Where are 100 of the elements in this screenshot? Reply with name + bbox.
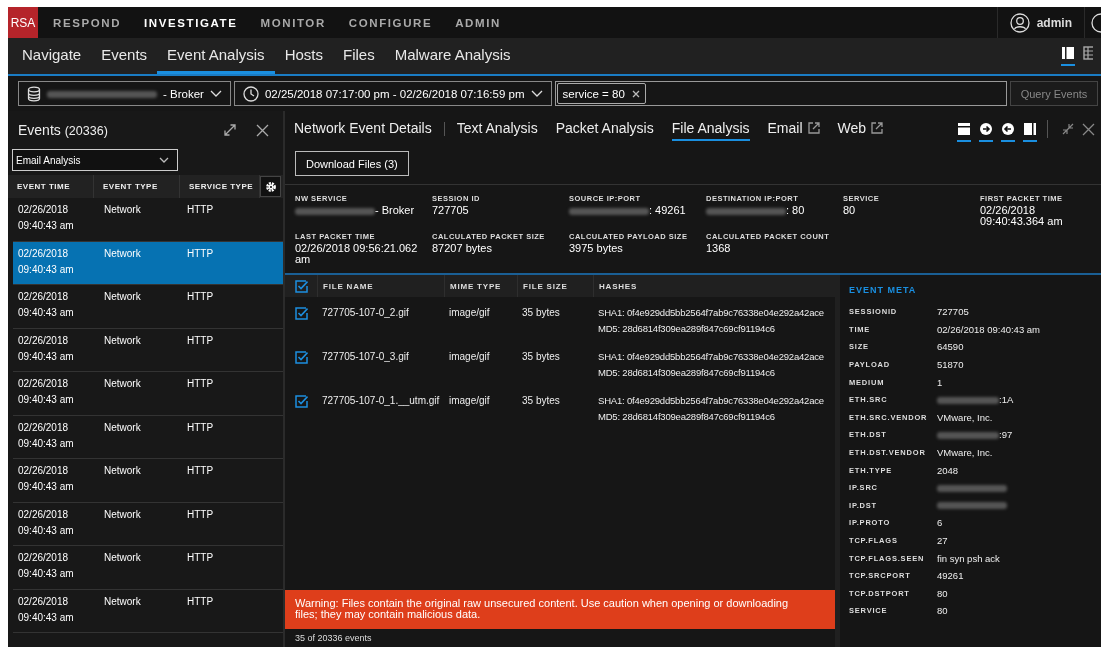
meta-value: 49261 xyxy=(937,570,964,582)
table-cell-text: 02/26/2018 09:40:43 am xyxy=(17,290,75,320)
tab[interactable]: Packet Analysis xyxy=(555,117,654,141)
settings-icon xyxy=(264,180,277,193)
query-events-button[interactable]: Query Events xyxy=(1010,81,1098,106)
table-cell-text: SHA1: 0f4e929dd5bb2564f7ab9c76338e04e292a42ace xyxy=(598,350,825,364)
table-cell-text: MD5: 28d6814f309ea289f847c69cf91194c6 xyxy=(598,366,776,380)
table-cell-text: HTTP xyxy=(187,203,214,217)
database-icon xyxy=(27,85,41,102)
external-link-icon xyxy=(871,122,884,134)
table-cell-text: image/gif xyxy=(448,351,491,362)
nav-tab[interactable]: Events xyxy=(91,38,158,74)
clock-icon xyxy=(242,85,259,102)
close-icon[interactable] xyxy=(256,123,269,137)
collapse-icon[interactable] xyxy=(1062,123,1074,135)
event-row[interactable]: 02/26/2018 09:40:43 am Network HTTP xyxy=(13,546,283,590)
table-cell-text: 727705-107-0_3.gif xyxy=(321,351,410,362)
close-icon[interactable] xyxy=(1082,122,1095,136)
table-cell-text: 02/26/2018 09:40:43 am xyxy=(17,246,75,277)
table-cell-text: HTTP xyxy=(187,246,214,261)
nav-tab[interactable]: INVESTIGATE xyxy=(144,7,238,38)
table-cell-text: 727705-107-0_1.__utm.gif xyxy=(321,395,441,406)
table-cell-text: 02/26/2018 09:40:43 am xyxy=(17,464,75,494)
user-name[interactable]: admin xyxy=(1036,15,1072,30)
meta-value: 80 xyxy=(937,587,948,599)
nav-tab[interactable]: ADMIN xyxy=(455,7,501,38)
tab[interactable]: Text Analysis xyxy=(456,117,538,141)
meta-value: 80 xyxy=(937,605,948,617)
nav-tab[interactable]: MONITOR xyxy=(260,7,326,38)
checkbox-checked-icon[interactable] xyxy=(294,395,308,408)
field-value: 87207 bytes xyxy=(432,243,492,254)
table-cell-text: image/gif xyxy=(448,307,491,318)
field-value: 1368 xyxy=(706,243,731,254)
tab[interactable]: Web xyxy=(837,117,884,141)
sidebar-view-icon[interactable] xyxy=(1023,122,1037,142)
event-row[interactable]: 02/26/2018 09:40:43 am Network HTTP xyxy=(13,241,283,285)
checkbox-checked-icon[interactable] xyxy=(294,307,308,320)
event-row[interactable]: 02/26/2018 09:40:43 am Network HTTP xyxy=(13,589,283,633)
table-cell-text: 02/26/2018 09:40:43 am xyxy=(17,377,75,407)
table-cell-text: 35 bytes xyxy=(521,307,561,318)
meta-value: 1 xyxy=(937,376,943,388)
event-row[interactable]: 02/26/2018 09:40:43 am Network HTTP xyxy=(13,459,283,503)
event-row[interactable]: 02/26/2018 09:40:43 am Network HTTP xyxy=(13,415,283,459)
nav-tab[interactable]: RESPOND xyxy=(53,7,122,38)
profile-dropdown[interactable]: Email Analysis xyxy=(12,149,178,171)
nav-tab[interactable]: CONFIGURE xyxy=(348,7,433,38)
event-row[interactable]: 02/26/2018 09:40:43 am Network HTTP xyxy=(13,372,283,416)
header-view-icon[interactable] xyxy=(957,122,971,142)
column-header[interactable]: FILE NAME xyxy=(317,275,444,297)
panel-title: Events (20336) xyxy=(18,122,108,138)
chevron-down-icon xyxy=(530,89,543,98)
field-value: 02/26/2018 09:40:43.364 am xyxy=(980,205,1064,227)
field-value: - Broker xyxy=(375,205,415,216)
time-range-dropdown[interactable]: 02/25/2018 07:17:00 pm - 02/26/2018 07:16:59 pm xyxy=(233,81,552,106)
table-cell-text: 02/26/2018 09:40:43 am xyxy=(17,420,75,451)
panel-layout-icon[interactable] xyxy=(1061,46,1075,66)
nav-tab[interactable]: Malware Analysis xyxy=(384,38,521,74)
meta-value: 27 xyxy=(937,535,948,546)
arrow-left-icon[interactable] xyxy=(1001,122,1015,142)
table-cell-text: HTTP xyxy=(187,420,214,435)
column-header[interactable]: MIME TYPE xyxy=(444,275,517,297)
checkbox-checked-icon[interactable] xyxy=(294,279,308,293)
event-row[interactable]: 02/26/2018 09:40:43 am Network HTTP xyxy=(13,285,283,329)
event-row[interactable]: 02/26/2018 09:40:43 am Network HTTP xyxy=(13,328,283,372)
table-cell-text: Network xyxy=(103,377,142,391)
tab[interactable]: Email xyxy=(767,117,820,141)
expand-icon[interactable] xyxy=(224,124,236,136)
meta-value: 2048 xyxy=(937,464,959,476)
tab[interactable]: File Analysis xyxy=(671,117,750,141)
nav-tab[interactable]: Navigate xyxy=(12,38,92,74)
table-cell-text: 727705-107-0_2.gif xyxy=(321,307,410,318)
query-field[interactable]: service = 80 xyxy=(554,81,1007,106)
event-row[interactable]: 02/26/2018 09:40:43 am Network HTTP xyxy=(13,502,283,546)
settings-button[interactable] xyxy=(260,176,281,197)
checkbox-checked-icon[interactable] xyxy=(294,351,308,364)
event-row[interactable]: 02/26/2018 09:40:43 am Network HTTP xyxy=(13,198,283,242)
section-title: EVENT META xyxy=(849,285,918,295)
table-cell-text: Network xyxy=(103,507,142,522)
column-header[interactable]: EVENT TIME xyxy=(8,175,94,198)
meta-value: 64590 xyxy=(937,341,964,353)
warning-banner: Warning: Files contain the original raw unsecured content. Use caution when opening or downloading files; they may contain malicious data. xyxy=(285,590,835,629)
column-header[interactable]: FILE SIZE xyxy=(517,275,593,297)
table-cell-text: 02/26/2018 09:40:43 am xyxy=(17,551,75,581)
column-header[interactable]: EVENT TYPE xyxy=(94,175,180,198)
table-cell-text: HTTP xyxy=(187,290,214,304)
field-value: 727705 xyxy=(432,205,469,216)
table-cell-text: HTTP xyxy=(187,377,214,391)
table-cell-text: Network xyxy=(103,420,142,435)
meta-value: VMware, Inc. xyxy=(937,447,993,459)
table-cell-text: HTTP xyxy=(187,333,214,348)
table-cell-text: SHA1: 0f4e929dd5bb2564f7ab9c76338e04e292a42ace xyxy=(598,394,825,408)
nav-tab[interactable]: Hosts xyxy=(274,38,333,74)
nav-tab[interactable]: Files xyxy=(332,38,385,74)
service-dropdown[interactable]: - Broker xyxy=(18,81,231,106)
filter-pill[interactable]: service = 80 xyxy=(556,83,646,104)
tab[interactable]: Network Event Details xyxy=(294,117,432,141)
table-cell-text: SHA1: 0f4e929dd5bb2564f7ab9c76338e04e292a42ace xyxy=(598,306,825,320)
download-files-button[interactable]: Download Files (3) xyxy=(295,151,409,176)
arrow-right-icon[interactable] xyxy=(979,122,993,142)
field-value: 02/26/2018 09:56:21.062 am xyxy=(295,243,419,265)
